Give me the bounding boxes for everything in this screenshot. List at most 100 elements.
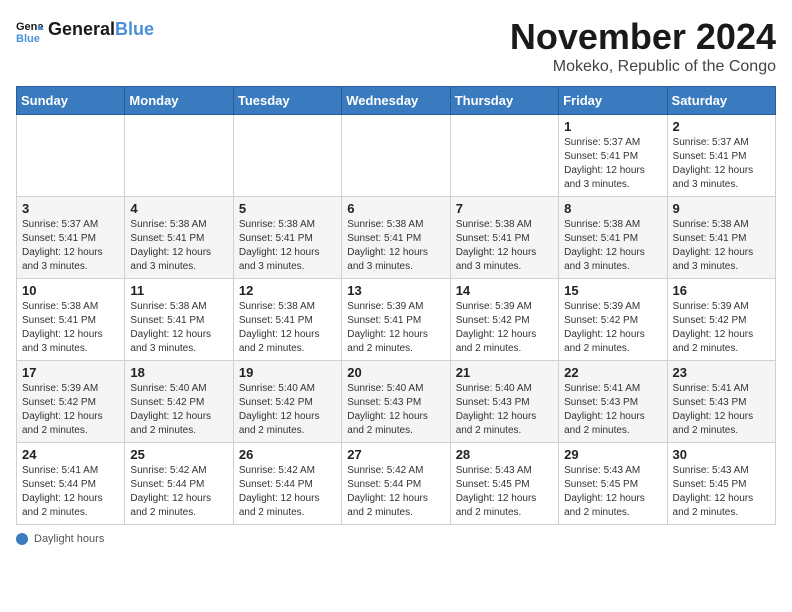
day-number: 1	[564, 119, 661, 134]
day-number: 3	[22, 201, 119, 216]
day-number: 22	[564, 365, 661, 380]
footer-circle-icon	[16, 533, 28, 545]
header-day-thursday: Thursday	[450, 87, 558, 115]
daylight-label: Daylight hours	[34, 533, 104, 545]
calendar-cell: 19 Sunrise: 5:40 AM Sunset: 5:42 PM Dayli…	[233, 361, 341, 443]
calendar-cell: 7 Sunrise: 5:38 AM Sunset: 5:41 PM Daylig…	[450, 197, 558, 279]
calendar-cell: 9 Sunrise: 5:38 AM Sunset: 5:41 PM Daylig…	[667, 197, 775, 279]
day-number: 7	[456, 201, 553, 216]
day-info: Sunrise: 5:38 AM Sunset: 5:41 PM Dayligh…	[239, 300, 336, 356]
day-info: Sunrise: 5:38 AM Sunset: 5:41 PM Dayligh…	[456, 218, 553, 274]
day-number: 28	[456, 447, 553, 462]
day-info: Sunrise: 5:41 AM Sunset: 5:44 PM Dayligh…	[22, 464, 119, 520]
day-number: 30	[673, 447, 770, 462]
day-number: 5	[239, 201, 336, 216]
calendar-cell: 22 Sunrise: 5:41 AM Sunset: 5:43 PM Dayli…	[559, 361, 667, 443]
day-info: Sunrise: 5:37 AM Sunset: 5:41 PM Dayligh…	[564, 136, 661, 192]
day-info: Sunrise: 5:38 AM Sunset: 5:41 PM Dayligh…	[130, 300, 227, 356]
day-number: 8	[564, 201, 661, 216]
calendar-cell	[450, 115, 558, 197]
day-info: Sunrise: 5:38 AM Sunset: 5:41 PM Dayligh…	[673, 218, 770, 274]
calendar-cell: 20 Sunrise: 5:40 AM Sunset: 5:43 PM Dayli…	[342, 361, 450, 443]
day-number: 13	[347, 283, 444, 298]
header-day-wednesday: Wednesday	[342, 87, 450, 115]
day-info: Sunrise: 5:39 AM Sunset: 5:42 PM Dayligh…	[456, 300, 553, 356]
day-number: 25	[130, 447, 227, 462]
calendar-cell: 12 Sunrise: 5:38 AM Sunset: 5:41 PM Dayli…	[233, 279, 341, 361]
logo: General Blue GeneralBlue	[16, 16, 154, 44]
calendar-cell: 24 Sunrise: 5:41 AM Sunset: 5:44 PM Dayli…	[17, 443, 125, 525]
calendar-cell: 14 Sunrise: 5:39 AM Sunset: 5:42 PM Dayli…	[450, 279, 558, 361]
logo-text: GeneralBlue	[48, 20, 154, 40]
day-info: Sunrise: 5:39 AM Sunset: 5:42 PM Dayligh…	[673, 300, 770, 356]
header-day-tuesday: Tuesday	[233, 87, 341, 115]
day-number: 27	[347, 447, 444, 462]
header: General Blue GeneralBlue November 2024 M…	[16, 16, 776, 76]
day-info: Sunrise: 5:42 AM Sunset: 5:44 PM Dayligh…	[347, 464, 444, 520]
day-info: Sunrise: 5:39 AM Sunset: 5:41 PM Dayligh…	[347, 300, 444, 356]
footer-note: Daylight hours	[16, 533, 776, 545]
week-row-2: 10 Sunrise: 5:38 AM Sunset: 5:41 PM Dayli…	[17, 279, 776, 361]
calendar-cell	[17, 115, 125, 197]
day-number: 16	[673, 283, 770, 298]
calendar-cell: 26 Sunrise: 5:42 AM Sunset: 5:44 PM Dayli…	[233, 443, 341, 525]
day-info: Sunrise: 5:40 AM Sunset: 5:43 PM Dayligh…	[347, 382, 444, 438]
day-info: Sunrise: 5:41 AM Sunset: 5:43 PM Dayligh…	[673, 382, 770, 438]
day-info: Sunrise: 5:40 AM Sunset: 5:42 PM Dayligh…	[239, 382, 336, 438]
day-number: 24	[22, 447, 119, 462]
day-info: Sunrise: 5:41 AM Sunset: 5:43 PM Dayligh…	[564, 382, 661, 438]
calendar-cell	[342, 115, 450, 197]
calendar-cell: 8 Sunrise: 5:38 AM Sunset: 5:41 PM Daylig…	[559, 197, 667, 279]
day-number: 6	[347, 201, 444, 216]
calendar-cell	[125, 115, 233, 197]
week-row-0: 1 Sunrise: 5:37 AM Sunset: 5:41 PM Daylig…	[17, 115, 776, 197]
day-number: 20	[347, 365, 444, 380]
day-number: 4	[130, 201, 227, 216]
calendar-cell	[233, 115, 341, 197]
day-info: Sunrise: 5:38 AM Sunset: 5:41 PM Dayligh…	[564, 218, 661, 274]
calendar-header-row: SundayMondayTuesdayWednesdayThursdayFrid…	[17, 87, 776, 115]
calendar-cell: 21Sunrise: 5:40 AM Sunset: 5:43 PM Dayli…	[450, 361, 558, 443]
calendar-cell: 23 Sunrise: 5:41 AM Sunset: 5:43 PM Dayli…	[667, 361, 775, 443]
calendar-cell: 18Sunrise: 5:40 AM Sunset: 5:42 PM Dayli…	[125, 361, 233, 443]
day-info: Sunrise: 5:38 AM Sunset: 5:41 PM Dayligh…	[239, 218, 336, 274]
svg-text:Blue: Blue	[16, 33, 40, 44]
calendar-cell: 30 Sunrise: 5:43 AM Sunset: 5:45 PM Dayli…	[667, 443, 775, 525]
header-day-saturday: Saturday	[667, 87, 775, 115]
calendar-cell: 1 Sunrise: 5:37 AM Sunset: 5:41 PM Daylig…	[559, 115, 667, 197]
day-number: 10	[22, 283, 119, 298]
calendar-cell: 10Sunrise: 5:38 AM Sunset: 5:41 PM Dayli…	[17, 279, 125, 361]
day-info: Sunrise: 5:39 AM Sunset: 5:42 PM Dayligh…	[22, 382, 119, 438]
calendar-cell: 3 Sunrise: 5:37 AM Sunset: 5:41 PM Daylig…	[17, 197, 125, 279]
location-title: Mokeko, Republic of the Congo	[510, 58, 776, 76]
day-number: 18	[130, 365, 227, 380]
day-info: Sunrise: 5:38 AM Sunset: 5:41 PM Dayligh…	[130, 218, 227, 274]
day-info: Sunrise: 5:37 AM Sunset: 5:41 PM Dayligh…	[22, 218, 119, 274]
week-row-3: 17 Sunrise: 5:39 AM Sunset: 5:42 PM Dayli…	[17, 361, 776, 443]
day-number: 2	[673, 119, 770, 134]
calendar-cell: 28 Sunrise: 5:43 AM Sunset: 5:45 PM Dayli…	[450, 443, 558, 525]
calendar-cell: 4 Sunrise: 5:38 AM Sunset: 5:41 PM Daylig…	[125, 197, 233, 279]
day-number: 12	[239, 283, 336, 298]
day-info: Sunrise: 5:37 AM Sunset: 5:41 PM Dayligh…	[673, 136, 770, 192]
title-area: November 2024 Mokeko, Republic of the Co…	[510, 16, 776, 76]
day-number: 14	[456, 283, 553, 298]
logo-icon: General Blue	[16, 16, 44, 44]
day-info: Sunrise: 5:42 AM Sunset: 5:44 PM Dayligh…	[239, 464, 336, 520]
calendar-cell: 13 Sunrise: 5:39 AM Sunset: 5:41 PM Dayli…	[342, 279, 450, 361]
day-info: Sunrise: 5:43 AM Sunset: 5:45 PM Dayligh…	[456, 464, 553, 520]
day-number: 17	[22, 365, 119, 380]
day-info: Sunrise: 5:40 AM Sunset: 5:43 PM Dayligh…	[456, 382, 553, 438]
day-number: 11	[130, 283, 227, 298]
week-row-1: 3 Sunrise: 5:37 AM Sunset: 5:41 PM Daylig…	[17, 197, 776, 279]
day-number: 19	[239, 365, 336, 380]
calendar-cell: 5 Sunrise: 5:38 AM Sunset: 5:41 PM Daylig…	[233, 197, 341, 279]
calendar-cell: 25Sunrise: 5:42 AM Sunset: 5:44 PM Dayli…	[125, 443, 233, 525]
day-info: Sunrise: 5:43 AM Sunset: 5:45 PM Dayligh…	[673, 464, 770, 520]
week-row-4: 24 Sunrise: 5:41 AM Sunset: 5:44 PM Dayli…	[17, 443, 776, 525]
day-number: 26	[239, 447, 336, 462]
day-info: Sunrise: 5:39 AM Sunset: 5:42 PM Dayligh…	[564, 300, 661, 356]
day-number: 23	[673, 365, 770, 380]
day-number: 9	[673, 201, 770, 216]
calendar-cell: 2 Sunrise: 5:37 AM Sunset: 5:41 PM Daylig…	[667, 115, 775, 197]
